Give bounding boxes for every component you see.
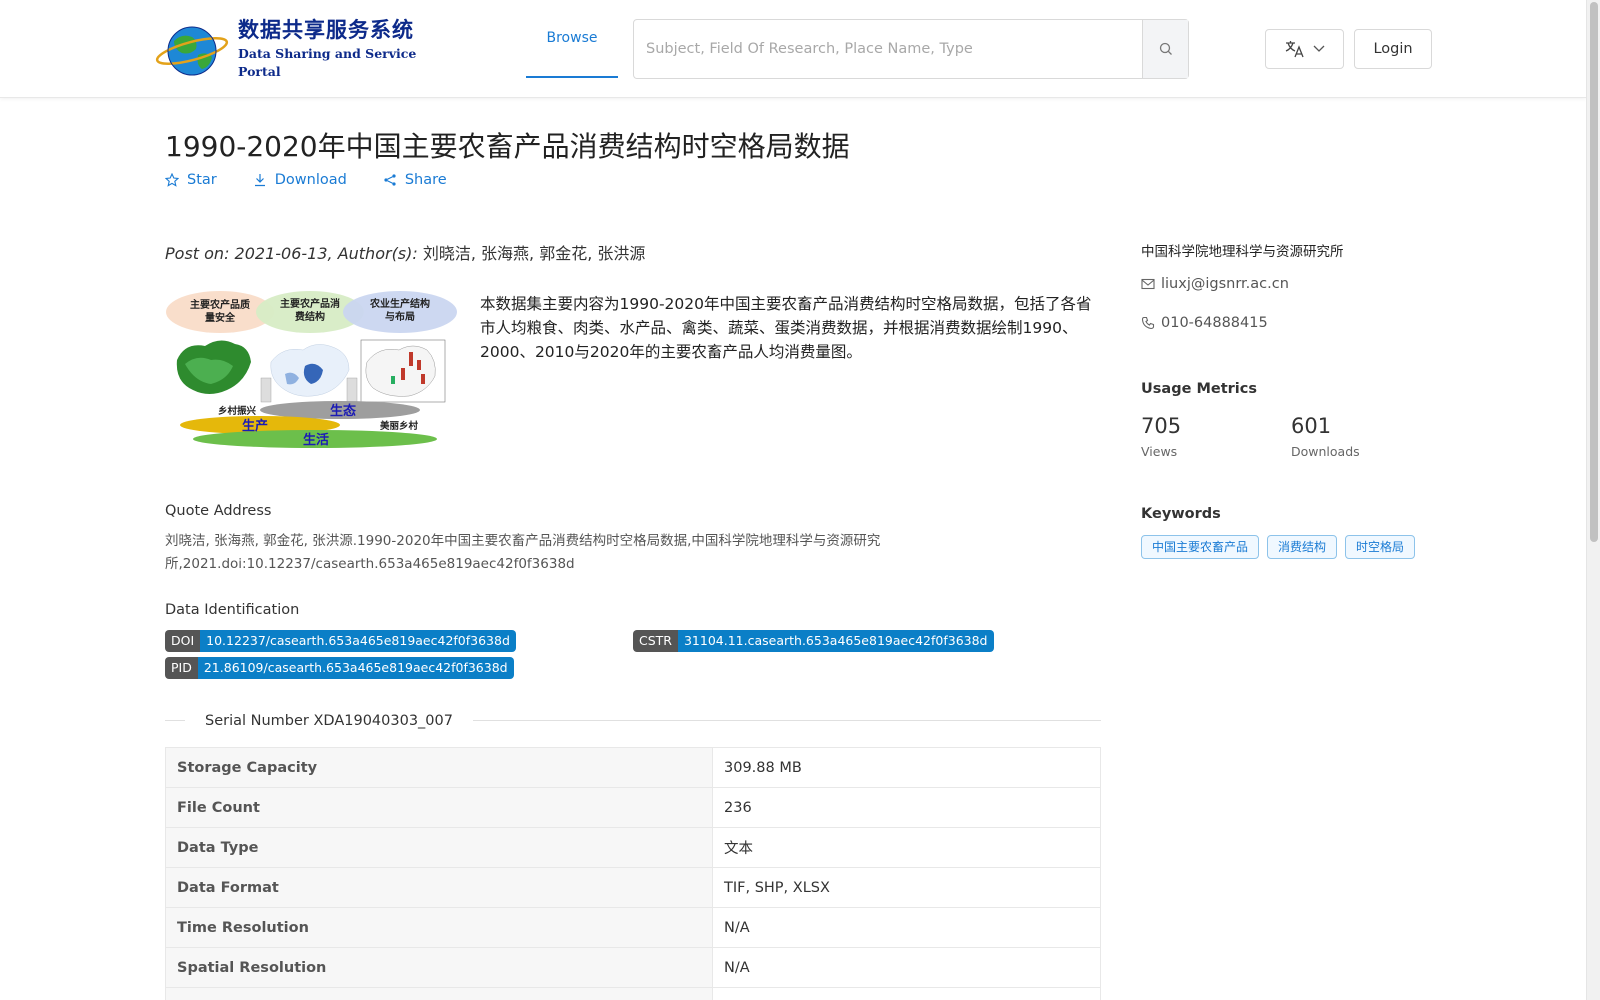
doi-badge[interactable]: DOI 10.12237/casearth.653a465e819aec42f0… xyxy=(165,630,516,652)
logo-title-cn: 数据共享服务系统 xyxy=(238,18,414,42)
download-icon xyxy=(254,174,265,187)
dataset-thumbnail: 主要农产品质 量安全 主要农产品消 费结构 农业生产结构 与布局 乡村振兴 生态… xyxy=(165,290,458,462)
scrollbar-thumb[interactable] xyxy=(1590,2,1598,542)
star-button[interactable]: Star xyxy=(165,172,217,188)
author-list: 刘晓洁, 张海燕, 郭金花, 张洪源 xyxy=(422,244,646,263)
table-row: Data Type 文本 xyxy=(165,827,1101,868)
page-scrollbar[interactable] xyxy=(1586,0,1600,1000)
mail-icon xyxy=(1141,278,1155,290)
info-key: Time Resolution xyxy=(165,907,713,948)
table-row: Spatial Resolution N/A xyxy=(165,947,1101,988)
thumb-life-label: 生活 xyxy=(303,432,329,448)
info-value: N/A xyxy=(712,947,1101,988)
table-row: Storage Capacity 309.88 MB xyxy=(165,747,1101,788)
contact-phone: 010-64888415 xyxy=(1141,315,1268,331)
dataset-description: 本数据集主要内容为1990-2020年中国主要农畜产品消费结构时空格局数据，包括… xyxy=(480,295,1092,361)
share-label: Share xyxy=(404,172,447,188)
info-value: 309.88 MB xyxy=(712,747,1101,788)
cstr-badge-value: 31104.11.casearth.653a465e819aec42f0f363… xyxy=(677,630,994,652)
thumb-ecology-label: 生态 xyxy=(330,403,356,419)
keyword-tag[interactable]: 消费结构 xyxy=(1267,535,1338,559)
email-text: liuxj@igsnrr.ac.cn xyxy=(1161,276,1289,292)
views-label: Views xyxy=(1141,444,1178,459)
organization-name: 中国科学院地理科学与资源研究所 xyxy=(1141,244,1344,260)
download-label: Download xyxy=(274,172,347,188)
star-label: Star xyxy=(187,172,217,188)
doi-badge-value: 10.12237/casearth.653a465e819aec42f0f363… xyxy=(200,630,516,652)
table-row: Time Resolution N/A xyxy=(165,907,1101,948)
info-key: Data Type xyxy=(165,827,713,868)
nav-browse-tab[interactable]: Browse xyxy=(526,0,618,78)
doi-badge-key: DOI xyxy=(165,630,201,652)
serial-number: Serial Number XDA19040303_007 xyxy=(185,713,473,729)
svg-text:量安全: 量安全 xyxy=(205,311,236,324)
keyword-tag[interactable]: 时空格局 xyxy=(1345,535,1416,559)
svg-text:费结构: 费结构 xyxy=(295,310,325,323)
table-row: File Count 236 xyxy=(165,787,1101,828)
cstr-badge-key: CSTR xyxy=(633,630,678,652)
views-count: 705 xyxy=(1141,414,1182,438)
data-identification-heading: Data Identification xyxy=(165,602,300,618)
info-value: 236 xyxy=(712,787,1101,828)
contact-email[interactable]: liuxj@igsnrr.ac.cn xyxy=(1141,276,1289,292)
pid-badge-value: 21.86109/casearth.653a465e819aec42f0f363… xyxy=(197,657,514,679)
info-value: 文本 xyxy=(712,827,1101,868)
login-button[interactable]: Login xyxy=(1354,29,1432,69)
chevron-down-icon xyxy=(1313,45,1324,52)
globe-logo-icon xyxy=(152,19,232,79)
quote-address-heading: Quote Address xyxy=(165,503,272,519)
dataset-title: 1990-2020年中国主要农畜产品消费结构时空格局数据 xyxy=(165,130,850,163)
keyword-tag[interactable]: 中国主要农畜产品 xyxy=(1141,535,1260,559)
bubble-text-1: 主要农产品质 xyxy=(190,298,250,311)
dataset-actions: Star Download Share xyxy=(165,172,483,188)
info-value: N/A xyxy=(712,907,1101,948)
logo-title-en: Data Sharing and Service Portal xyxy=(238,46,417,79)
share-icon xyxy=(384,174,396,186)
downloads-count: 601 xyxy=(1291,414,1332,438)
table-row: Data Format TIF, SHP, XLSX xyxy=(165,867,1101,908)
search-button[interactable] xyxy=(1142,20,1188,78)
thumb-production-label: 生产 xyxy=(242,418,268,434)
phone-icon xyxy=(1141,316,1155,330)
post-date: Post on: 2021-06-13, Author(s): xyxy=(165,244,418,263)
info-key: Storage Capacity xyxy=(165,747,713,788)
top-header: 数据共享服务系统 Data Sharing and Service Portal… xyxy=(0,0,1586,98)
site-logo[interactable]: 数据共享服务系统 Data Sharing and Service Portal xyxy=(152,18,442,79)
cstr-badge[interactable]: CSTR 31104.11.casearth.653a465e819aec42f… xyxy=(633,630,994,652)
download-button[interactable]: Download xyxy=(253,172,347,188)
pid-badge-key: PID xyxy=(165,657,198,679)
translate-icon xyxy=(1285,41,1304,58)
downloads-metric: 601 Downloads xyxy=(1291,414,1360,459)
search-bar xyxy=(633,19,1189,79)
usage-metrics-heading: Usage Metrics xyxy=(1141,381,1257,397)
thumb-rural-label: 乡村振兴 xyxy=(218,405,257,417)
keyword-list: 中国主要农畜产品 消费结构 时空格局 xyxy=(1141,535,1416,559)
svg-text:农业生产结构: 农业生产结构 xyxy=(369,297,430,310)
info-value: TIF, SHP, XLSX xyxy=(712,867,1101,908)
pid-badge[interactable]: PID 21.86109/casearth.653a465e819aec42f0… xyxy=(165,657,514,679)
info-key: File Count xyxy=(165,787,713,828)
language-switcher[interactable] xyxy=(1265,29,1344,69)
table-row xyxy=(165,987,1101,1000)
svg-text:与布局: 与布局 xyxy=(385,310,415,323)
quote-address-text: 刘晓洁, 张海燕, 郭金花, 张洪源.1990-2020年中国主要农畜产品消费结… xyxy=(165,533,881,572)
post-info: Post on: 2021-06-13, Author(s): 刘晓洁, 张海燕… xyxy=(165,240,645,264)
search-input[interactable] xyxy=(634,20,1142,78)
info-key: Data Format xyxy=(165,867,713,908)
star-icon xyxy=(165,173,179,187)
share-button[interactable]: Share xyxy=(383,172,447,188)
dataset-info-table: Storage Capacity 309.88 MB File Count 236 … xyxy=(165,747,1101,1000)
info-key: Spatial Resolution xyxy=(165,947,713,988)
keywords-heading: Keywords xyxy=(1141,506,1221,522)
downloads-label: Downloads xyxy=(1291,444,1360,459)
svg-text:主要农产品消: 主要农产品消 xyxy=(280,297,340,310)
thumb-beautiful-label: 美丽乡村 xyxy=(379,420,419,432)
phone-text: 010-64888415 xyxy=(1161,315,1268,331)
search-icon xyxy=(1159,42,1172,55)
views-metric: 705 Views xyxy=(1141,414,1181,459)
